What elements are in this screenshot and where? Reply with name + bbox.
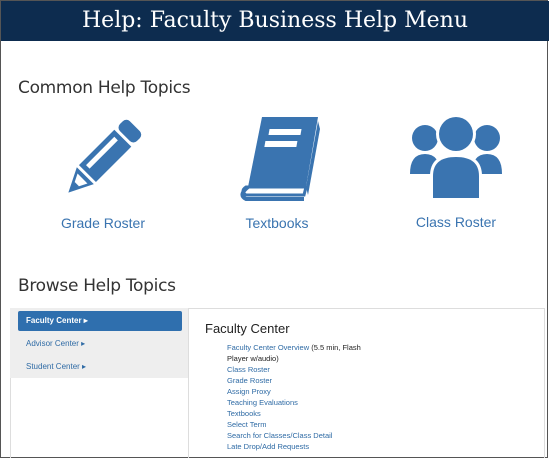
topic-label: Grade Roster — [60, 215, 146, 231]
topic-textbooks[interactable]: Textbooks — [222, 115, 332, 231]
content-title: Faculty Center — [205, 321, 290, 336]
link-grade-roster[interactable]: Grade Roster — [227, 375, 377, 386]
link-search-classes[interactable]: Search for Classes/Class Detail — [227, 430, 377, 441]
link-teaching-evaluations[interactable]: Teaching Evaluations — [227, 397, 377, 408]
browse-topics-heading: Browse Help Topics — [18, 276, 176, 296]
link-textbooks[interactable]: Textbooks — [227, 408, 377, 419]
link-faculty-center-overview[interactable]: Faculty Center Overview — [227, 343, 309, 352]
book-icon — [240, 117, 320, 201]
topic-class-roster[interactable]: Class Roster — [400, 110, 512, 230]
topic-grade-roster[interactable]: Grade Roster — [48, 115, 158, 231]
browse-nav: Faculty Center ▸ Advisor Center ▸ Studen… — [10, 308, 188, 378]
common-topics-heading: Common Help Topics — [18, 78, 191, 98]
browse-content: Faculty Center Faculty Center Overview (… — [188, 308, 539, 458]
link-late-drop-add[interactable]: Late Drop/Add Requests — [227, 441, 377, 452]
help-link-list: Faculty Center Overview (5.5 min, Flash … — [227, 342, 377, 452]
link-assign-proxy[interactable]: Assign Proxy — [227, 386, 377, 397]
nav-item-faculty-center[interactable]: Faculty Center ▸ — [18, 311, 182, 331]
page-header: Help: Faculty Business Help Menu — [1, 1, 549, 41]
topic-label: Textbooks — [245, 215, 309, 231]
topic-label: Class Roster — [415, 214, 497, 230]
users-icon — [410, 114, 502, 200]
link-class-roster[interactable]: Class Roster — [227, 364, 377, 375]
nav-item-advisor-center[interactable]: Advisor Center ▸ — [18, 334, 182, 354]
pencil-icon — [68, 119, 142, 193]
nav-item-student-center[interactable]: Student Center ▸ — [18, 357, 182, 377]
link-select-term[interactable]: Select Term — [227, 419, 377, 430]
